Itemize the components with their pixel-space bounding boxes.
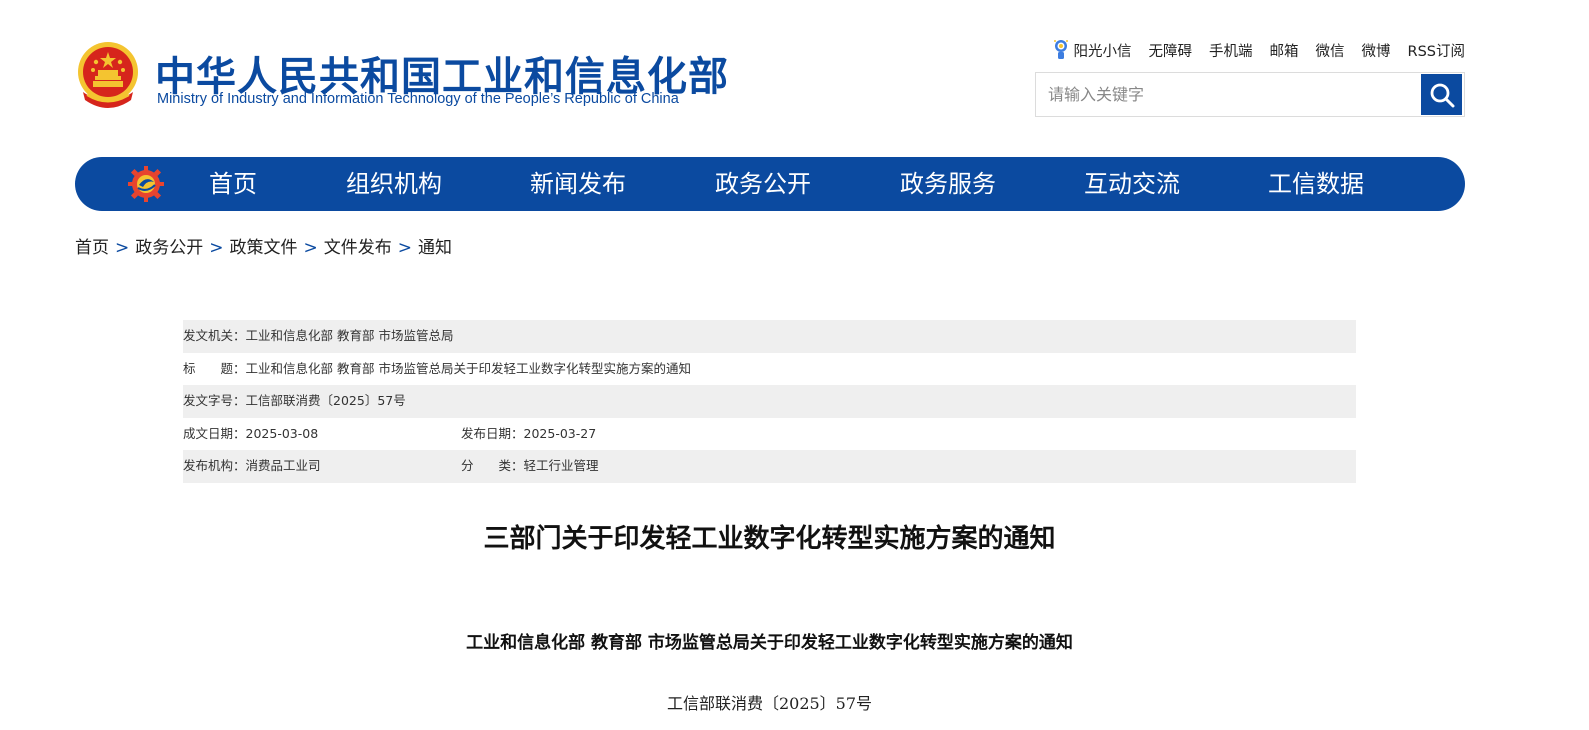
- breadcrumb-separator: >: [303, 238, 318, 258]
- meta-value: 轻工行业管理: [523, 458, 599, 473]
- meta-value: 2025-03-08: [245, 425, 319, 441]
- meta-value: 工业和信息化部 教育部 市场监管总局: [245, 328, 454, 343]
- main-nav: 首页 组织机构 新闻发布 政务公开 政务服务 互动交流 工信数据: [75, 157, 1465, 211]
- search-input[interactable]: [1036, 73, 1416, 116]
- search-button[interactable]: [1421, 74, 1462, 115]
- breadcrumb-separator: >: [115, 238, 130, 258]
- breadcrumb-separator: >: [397, 238, 412, 258]
- meta-row-title: 标 题：工业和信息化部 教育部 市场监管总局关于印发轻工业数字化转型实施方案的通…: [183, 353, 1356, 386]
- breadcrumb-policy-files[interactable]: 政策文件: [230, 238, 298, 258]
- breadcrumb-home[interactable]: 首页: [75, 238, 109, 258]
- search-box: [1035, 72, 1465, 117]
- national-emblem-icon[interactable]: [75, 40, 141, 112]
- breadcrumb-file-release[interactable]: 文件发布: [324, 238, 392, 258]
- document-title: 三部门关于印发轻工业数字化转型实施方案的通知: [483, 524, 1056, 554]
- meta-row-issuer: 发文机关：工业和信息化部 教育部 市场监管总局: [183, 320, 1356, 353]
- document-subtitle: 工业和信息化部 教育部 市场监管总局关于印发轻工业数字化转型实施方案的通知: [466, 633, 1073, 653]
- breadcrumb-gov-affairs[interactable]: 政务公开: [135, 238, 203, 258]
- toplink-label: 阳光小信: [1073, 43, 1132, 60]
- search-icon: [1430, 83, 1454, 107]
- ministry-gear-logo-icon[interactable]: [127, 165, 165, 203]
- toplink-mobile[interactable]: 手机端: [1209, 40, 1253, 61]
- nav-gov-affairs[interactable]: 政务公开: [715, 157, 811, 211]
- meta-label: 发布日期：: [461, 425, 524, 441]
- sun-robot-icon: [1053, 40, 1068, 59]
- meta-value: 工信部联消费〔2025〕57号: [245, 393, 406, 408]
- document-meta-table: 发文机关：工业和信息化部 教育部 市场监管总局 标 题：工业和信息化部 教育部 …: [183, 320, 1356, 483]
- breadcrumb: 首页 > 政务公开 > 政策文件 > 文件发布 > 通知: [75, 233, 452, 258]
- meta-label: 分 类：: [461, 458, 524, 473]
- toplink-mail[interactable]: 邮箱: [1270, 40, 1299, 61]
- nav-organization[interactable]: 组织机构: [346, 157, 442, 211]
- toplink-accessibility[interactable]: 无障碍: [1149, 40, 1193, 61]
- breadcrumb-separator: >: [209, 238, 224, 258]
- nav-gov-services[interactable]: 政务服务: [900, 157, 996, 211]
- toplink-weibo[interactable]: 微博: [1362, 40, 1391, 61]
- site-title-english[interactable]: Ministry of Industry and Information Tec…: [157, 91, 679, 107]
- meta-label: 发文机关：: [183, 328, 246, 343]
- document-number: 工信部联消费〔2025〕57号: [666, 694, 873, 713]
- meta-row-dates: 成文日期：2025-03-08 发布日期：2025-03-27: [183, 418, 1356, 451]
- meta-label: 标 题：: [183, 360, 246, 376]
- meta-label: 发布机构：: [183, 458, 246, 473]
- toplink-sunshine[interactable]: 阳光小信: [1052, 38, 1132, 62]
- site-header: 中华人民共和国工业和信息化部 Ministry of Industry and …: [75, 38, 1465, 128]
- toplink-wechat[interactable]: 微信: [1316, 40, 1345, 61]
- meta-row-org: 发布机构：消费品工业司 分 类：轻工行业管理: [183, 450, 1356, 483]
- breadcrumb-notice[interactable]: 通知: [418, 238, 452, 258]
- top-links: 阳光小信 无障碍 手机端 邮箱 微信 微博 RSS订阅: [1052, 38, 1465, 62]
- nav-news[interactable]: 新闻发布: [530, 157, 626, 211]
- meta-value: 2025-03-27: [523, 425, 597, 441]
- nav-interaction[interactable]: 互动交流: [1084, 157, 1180, 211]
- meta-row-docno: 发文字号：工信部联消费〔2025〕57号: [183, 385, 1356, 418]
- meta-value: 消费品工业司: [245, 458, 321, 473]
- toplink-rss[interactable]: RSS订阅: [1408, 40, 1465, 61]
- meta-label: 发文字号：: [183, 393, 246, 408]
- nav-home[interactable]: 首页: [209, 157, 257, 211]
- meta-value: 工业和信息化部 教育部 市场监管总局关于印发轻工业数字化转型实施方案的通知: [245, 360, 691, 376]
- nav-data[interactable]: 工信数据: [1268, 157, 1364, 211]
- meta-label: 成文日期：: [183, 425, 246, 441]
